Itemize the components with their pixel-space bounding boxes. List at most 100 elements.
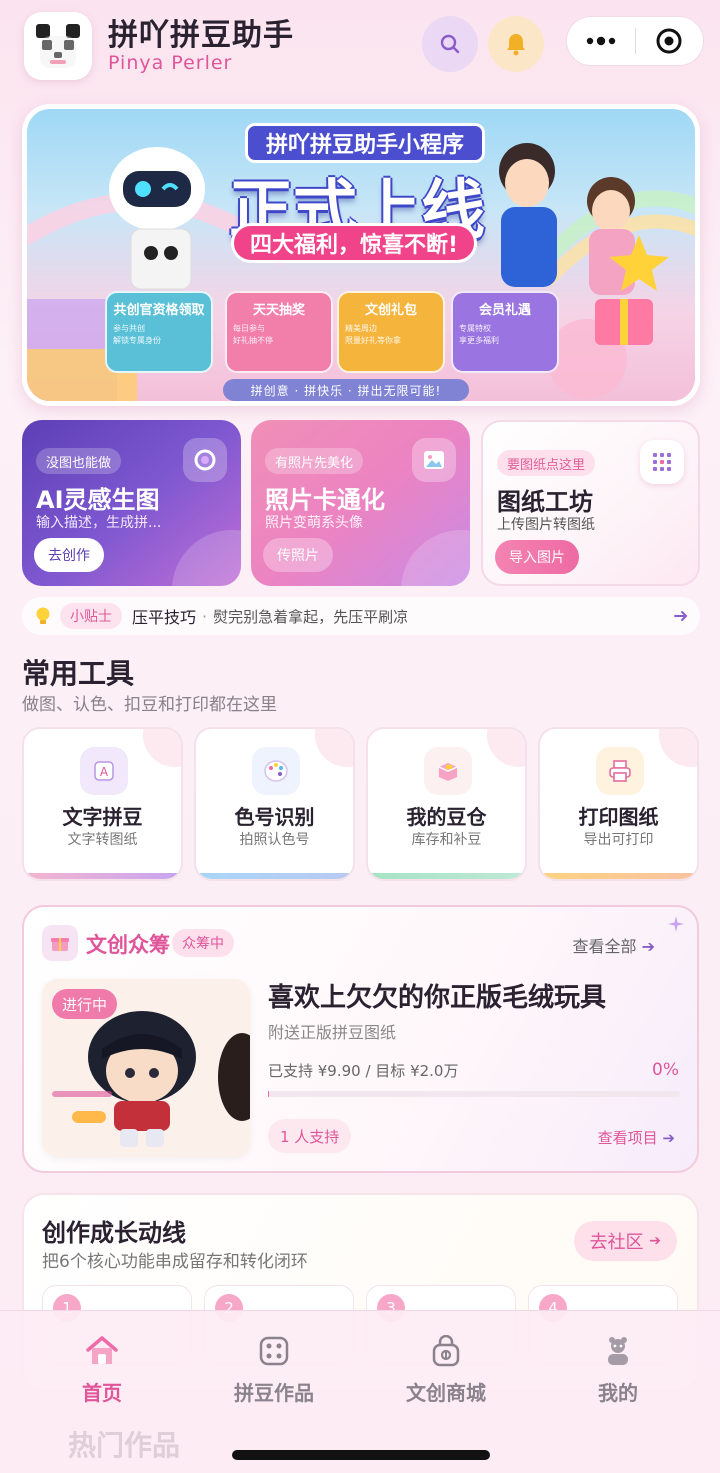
tab-label: 拼豆作品 (234, 1381, 314, 1405)
tools-section-title: 常用工具 (22, 657, 135, 690)
perk-title: 共创官资格领取 (113, 303, 205, 318)
product-image[interactable]: 进行中 (42, 979, 250, 1157)
view-all-link[interactable]: 查看全部 ➔ (572, 933, 655, 957)
tips-bar[interactable]: 小贴士 压平技巧 · 熨完别急着拿起，先压平刷凉 (22, 597, 700, 635)
notification-button[interactable] (488, 16, 544, 72)
tool-text-beads[interactable]: A 文字拼豆 文字转图纸 (22, 727, 183, 881)
tab-shop[interactable]: 文创商城 (356, 1311, 536, 1421)
home-indicator (232, 1450, 490, 1460)
tool-accent-bar (540, 873, 697, 879)
tab-works[interactable]: 拼豆作品 (184, 1311, 364, 1421)
perk-card-cocreator: 共创官资格领取 参与共创 解锁专属身份 (105, 291, 213, 373)
text-icon: A (80, 747, 128, 795)
tool-accent-bar (24, 873, 181, 879)
perk-desc: 参与共创 解锁专属身份 (113, 324, 161, 345)
tool-name: 色号识别 (234, 805, 315, 829)
growth-title: 创作成长动线 (42, 1219, 186, 1247)
banner-headline-top: 拼吖拼豆助手小程序 (245, 123, 486, 163)
project-status-badge: 进行中 (52, 989, 118, 1019)
tool-color-detect[interactable]: 色号识别 拍照认色号 (194, 727, 355, 881)
arrow-right-icon: ➔ (649, 1233, 661, 1249)
tools-section-subtitle: 做图、认色、扣豆和打印都在这里 (22, 695, 277, 715)
shop-bag-icon (428, 1333, 464, 1369)
sparkle-icon (668, 916, 684, 932)
tool-print-pattern[interactable]: 打印图纸 导出可打印 (538, 727, 699, 881)
header: 拼吖拼豆助手 Pinya Perler (0, 0, 720, 96)
create-button[interactable]: 去创作 (34, 538, 104, 572)
arrow-right-icon: ➔ (641, 937, 655, 956)
feature-tag: 要图纸点这里 (497, 450, 596, 476)
tool-accent-bar (368, 873, 525, 879)
decor-corner (659, 729, 697, 767)
decor-corner (143, 729, 181, 767)
decor-blob (401, 530, 470, 586)
profile-icon (600, 1333, 636, 1369)
promo-banner[interactable]: 拼吖拼豆助手小程序 正式上线 四大福利，惊喜不断! 共创官资格领取 参与共创 解… (22, 104, 700, 406)
lightbulb-icon (36, 607, 50, 624)
app-title: 拼吖拼豆助手 (108, 18, 294, 53)
tip-label: 小贴士 (60, 603, 122, 629)
box-icon (424, 747, 472, 795)
tab-home[interactable]: 首页 (12, 1311, 192, 1421)
tool-desc: 库存和补豆 (411, 832, 482, 848)
more-dots-icon (586, 36, 615, 46)
feature-tag: 没图也能做 (36, 448, 122, 474)
tab-profile[interactable]: 我的 (528, 1311, 708, 1421)
tool-name: 文字拼豆 (62, 805, 143, 829)
decor-corner (315, 729, 353, 767)
go-community-button[interactable]: 去社区 ➔ (573, 1221, 677, 1261)
crowdfund-title: 文创众筹 (86, 933, 170, 957)
feature-card-ai-generate[interactable]: 没图也能做 AI灵感生图 输入描述，生成拼... 去创作 (22, 420, 241, 586)
feature-title: AI灵感生图 (36, 486, 160, 514)
tool-name: 我的豆仓 (406, 805, 487, 829)
tip-text: 熨完别急着拿起，先压平刷凉 (213, 607, 409, 626)
banner-footer: 拼创意 · 拼快乐 · 拼出无限可能! (223, 379, 469, 401)
feature-card-pattern-workshop[interactable]: 要图纸点这里 图纸工坊 上传图片转图纸 导入图片 (481, 420, 700, 586)
palette-icon (252, 747, 300, 795)
tool-desc: 文字转图纸 (67, 832, 138, 848)
decor-corner (487, 729, 525, 767)
decor-blob (172, 530, 241, 586)
tab-label: 我的 (598, 1381, 638, 1405)
tool-accent-bar (196, 873, 353, 879)
project-percent: 0% (652, 1060, 679, 1080)
crowdfund-badge: 众筹中 (172, 929, 234, 957)
project-name[interactable]: 喜欢上欠欠的你正版毛绒玩具 (268, 977, 606, 1014)
close-button[interactable] (636, 16, 704, 66)
grid-icon (640, 440, 684, 484)
perk-card-gift: 文创礼包 精美周边 限量好礼等你拿 (337, 291, 445, 373)
tip-heading: 压平技巧 (132, 608, 197, 627)
feature-tag: 有照片先美化 (265, 448, 364, 474)
printer-icon (596, 747, 644, 795)
search-button[interactable] (422, 16, 478, 72)
progress-bar (268, 1091, 680, 1097)
hot-works-heading: 热门作品 (68, 1429, 181, 1462)
perk-card-lottery: 天天抽奖 每日参与 好礼抽不停 (225, 291, 333, 373)
perk-desc: 专属特权 享更多福利 (459, 324, 499, 345)
more-button[interactable] (567, 16, 635, 66)
banner-headline-sub: 四大福利，惊喜不断! (231, 223, 478, 263)
perk-title: 文创礼包 (364, 303, 417, 318)
tab-label: 首页 (82, 1381, 122, 1405)
target-icon (656, 28, 682, 54)
perk-title: 会员礼遇 (478, 303, 531, 318)
upload-photo-button[interactable]: 传照片 (263, 538, 333, 572)
dice-icon (256, 1333, 292, 1369)
tool-bead-storage[interactable]: 我的豆仓 库存和补豆 (366, 727, 527, 881)
arrow-right-icon[interactable] (674, 610, 688, 622)
project-desc: 附送正版拼豆图纸 (268, 1023, 397, 1042)
supporters-count: 1 人支持 (268, 1119, 352, 1153)
svg-text:A: A (100, 765, 109, 779)
perk-desc: 精美周边 限量好礼等你拿 (345, 324, 401, 345)
feature-desc: 照片变萌系头像 (265, 515, 363, 531)
search-icon (440, 34, 460, 54)
import-image-button[interactable]: 导入图片 (495, 540, 579, 574)
view-project-link[interactable]: 查看项目 ➔ (598, 1127, 675, 1148)
image-icon (412, 438, 456, 482)
tool-desc: 导出可打印 (583, 832, 654, 848)
gift-icon (42, 925, 78, 961)
home-icon (84, 1333, 120, 1369)
project-raised: 已支持 ¥9.90 / 目标 ¥2.0万 (268, 1062, 459, 1080)
tool-name: 打印图纸 (578, 805, 659, 829)
feature-card-photo-cartoon[interactable]: 有照片先美化 照片卡通化 照片变萌系头像 传照片 (251, 420, 470, 586)
